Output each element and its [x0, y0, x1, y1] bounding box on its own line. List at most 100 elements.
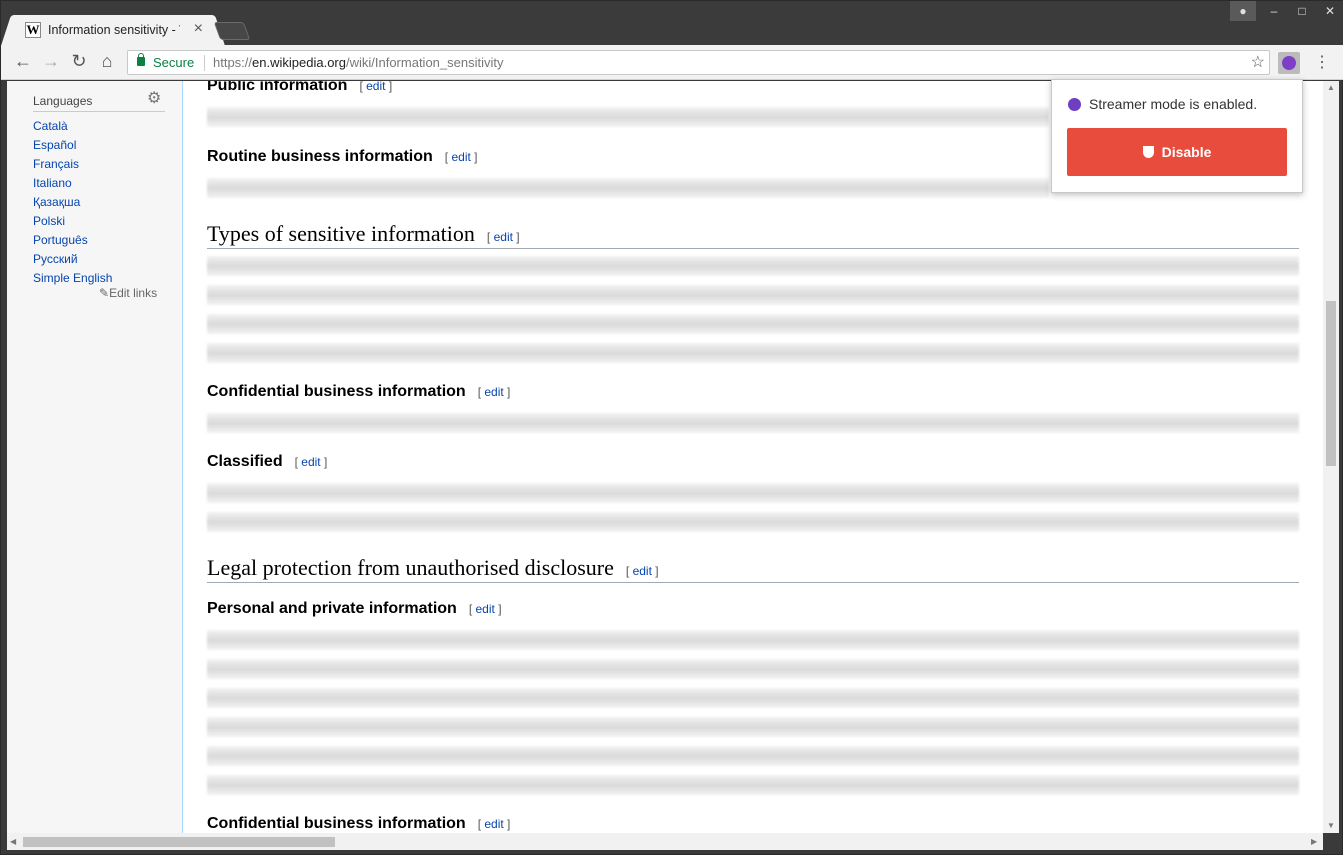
section-title: Personal and private information	[207, 600, 457, 617]
disable-label: Disable	[1161, 144, 1212, 160]
edit-links[interactable]: ✎Edit links	[99, 286, 157, 300]
language-link[interactable]: Italiano	[33, 176, 112, 195]
close-window-button[interactable]: ✕	[1316, 1, 1343, 21]
browser-tab[interactable]: W Information sensitivity - W ×	[15, 15, 211, 46]
section-edit: [ edit ]	[477, 385, 511, 399]
streamer-status-text: Streamer mode is enabled.	[1089, 96, 1258, 112]
bookmark-star-icon[interactable]: ☆	[1251, 52, 1265, 72]
redacted-text	[207, 746, 1299, 766]
section-title: Types of sensitive information	[207, 221, 475, 246]
redacted-text	[207, 343, 1299, 363]
redacted-text	[207, 413, 1299, 433]
page-viewport: Languages ⚙ Català Español Français Ital…	[7, 81, 1323, 833]
window-controls: ● – □ ✕	[1230, 1, 1343, 21]
shield-icon	[1142, 146, 1154, 158]
section-heading: Confidential business information [ edit …	[207, 383, 510, 401]
browser-menu-icon[interactable]: ⋮	[1314, 52, 1330, 72]
home-icon[interactable]: ⌂	[95, 51, 119, 72]
scroll-down-icon[interactable]: ▼	[1327, 821, 1335, 830]
language-link[interactable]: Català	[33, 119, 112, 138]
edit-link[interactable]: edit	[633, 564, 652, 578]
reload-icon[interactable]: ↻	[67, 51, 91, 72]
vertical-scroll-thumb[interactable]	[1326, 301, 1336, 466]
lock-icon	[137, 53, 145, 66]
section-edit: [ edit ]	[294, 455, 328, 469]
browser-toolbar: ← → ↻ ⌂ Secure https://en.wikipedia.org/…	[1, 45, 1343, 80]
section-edit: [ edit ]	[625, 564, 659, 578]
edit-link[interactable]: edit	[494, 230, 513, 244]
section-heading: Types of sensitive information [ edit ]	[207, 221, 1299, 249]
user-profile-icon[interactable]: ●	[1230, 1, 1256, 21]
section-edit: [ edit ]	[468, 602, 502, 616]
edit-link[interactable]: edit	[301, 455, 320, 469]
redacted-text	[207, 688, 1299, 708]
title-bar: W Information sensitivity - W × ● – □ ✕	[1, 1, 1343, 46]
scroll-up-icon[interactable]: ▲	[1327, 83, 1335, 92]
sidebar: Languages ⚙ Català Español Français Ital…	[7, 81, 183, 833]
section-heading: Routine business information [ edit ]	[207, 148, 478, 166]
section-title: Confidential business information	[207, 383, 466, 400]
browser-window: W Information sensitivity - W × ● – □ ✕ …	[0, 0, 1343, 855]
redacted-text	[207, 512, 1299, 532]
redacted-text	[207, 285, 1299, 305]
redacted-text	[207, 107, 1049, 127]
address-bar[interactable]: Secure https://en.wikipedia.org/wiki/Inf…	[127, 50, 1270, 75]
edit-link[interactable]: edit	[484, 817, 503, 831]
redacted-text	[207, 630, 1299, 650]
url-host: en.wikipedia.org	[252, 55, 346, 70]
redacted-text	[207, 775, 1299, 795]
redacted-text	[207, 659, 1299, 679]
new-tab-button[interactable]	[213, 22, 251, 40]
secure-label: Secure	[153, 55, 195, 70]
section-edit: [ edit ]	[359, 81, 393, 93]
section-title: Routine business information	[207, 148, 433, 165]
section-edit: [ edit ]	[477, 817, 511, 831]
language-link[interactable]: Português	[33, 233, 112, 252]
languages-list: Català Español Français Italiano Қазақша…	[33, 119, 112, 290]
edit-link[interactable]: edit	[476, 602, 495, 616]
languages-divider	[33, 111, 165, 112]
edit-link[interactable]: edit	[451, 150, 470, 164]
redacted-text	[207, 256, 1299, 276]
gear-icon[interactable]: ⚙	[147, 88, 161, 108]
pencil-icon: ✎	[99, 286, 110, 300]
url-scheme: https://	[213, 55, 253, 70]
redacted-text	[207, 314, 1299, 334]
status-dot-icon	[1068, 98, 1081, 111]
redacted-text	[207, 483, 1299, 503]
url-text: https://en.wikipedia.org/wiki/Informatio…	[213, 55, 503, 70]
section-title: Legal protection from unauthorised discl…	[207, 555, 614, 580]
maximize-button[interactable]: □	[1288, 1, 1316, 21]
section-heading: Public information [ edit ]	[207, 81, 392, 95]
language-link[interactable]: Қазақша	[33, 195, 112, 214]
url-separator	[204, 55, 205, 71]
section-title: Classified	[207, 453, 283, 470]
edit-link[interactable]: edit	[366, 81, 385, 93]
section-edit: [ edit ]	[444, 150, 478, 164]
language-link[interactable]: Русский	[33, 252, 112, 271]
disable-button[interactable]: Disable	[1067, 128, 1287, 176]
section-heading: Personal and private information [ edit ]	[207, 600, 502, 618]
language-link[interactable]: Français	[33, 157, 112, 176]
scroll-right-icon[interactable]: ▶	[1311, 837, 1317, 846]
horizontal-scroll-thumb[interactable]	[23, 837, 335, 847]
forward-icon[interactable]: →	[39, 51, 63, 72]
edit-links-label: Edit links	[109, 286, 158, 300]
tab-title: Information sensitivity - W	[48, 23, 180, 37]
language-link[interactable]: Polski	[33, 214, 112, 233]
tab-close-icon[interactable]: ×	[194, 20, 203, 38]
minimize-button[interactable]: –	[1260, 1, 1288, 21]
scroll-left-icon[interactable]: ◀	[10, 837, 16, 846]
horizontal-scrollbar[interactable]: ◀ ▶	[7, 833, 1323, 850]
back-icon[interactable]: ←	[11, 51, 35, 72]
section-heading: Classified [ edit ]	[207, 453, 327, 471]
section-title: Public information	[207, 81, 348, 94]
section-title: Confidential business information	[207, 815, 466, 832]
section-heading: Legal protection from unauthorised discl…	[207, 555, 1299, 583]
languages-heading: Languages	[33, 94, 93, 108]
edit-link[interactable]: edit	[484, 385, 503, 399]
language-link[interactable]: Español	[33, 138, 112, 157]
section-edit: [ edit ]	[486, 230, 520, 244]
streamer-mode-extension-icon[interactable]	[1278, 52, 1300, 74]
vertical-scrollbar[interactable]: ▲ ▼	[1323, 81, 1339, 833]
